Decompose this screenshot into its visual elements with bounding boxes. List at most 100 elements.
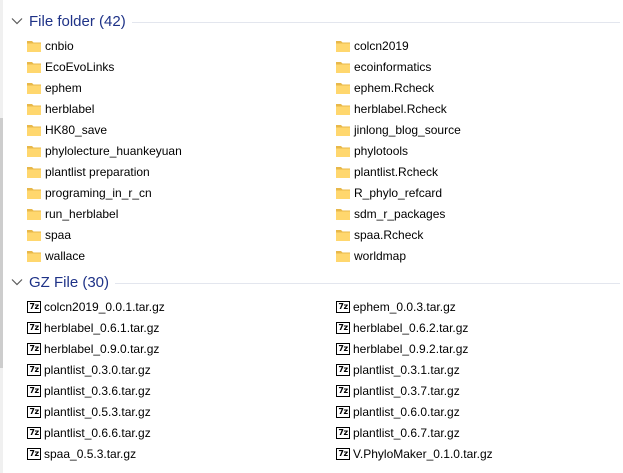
folder-item-plantlist-preparation[interactable]: plantlist preparation: [26, 161, 335, 182]
folder-item-herblabel[interactable]: herblabel: [26, 98, 335, 119]
file-item-ephem-0-0-3-tar-gz[interactable]: 7z ephem_0.0.3.tar.gz: [335, 296, 616, 317]
item-label: cnbio: [45, 38, 74, 53]
folder-icon: [26, 228, 42, 242]
folder-item-r-phylo-refcard[interactable]: R_phylo_refcard: [335, 182, 616, 203]
folder-icon: [26, 186, 42, 200]
item-label: spaa_0.5.3.tar.gz: [44, 446, 137, 461]
group-divider: [131, 21, 620, 23]
folder-item-plantlist-rcheck[interactable]: plantlist.Rcheck: [335, 161, 616, 182]
7z-archive-icon: 7z: [335, 447, 350, 460]
folder-icon: [335, 39, 351, 53]
group-divider: [115, 282, 620, 284]
folder-item-hk80-save[interactable]: HK80_save: [26, 119, 335, 140]
7z-archive-icon: 7z: [26, 384, 41, 397]
file-item-herblabel-0-6-1-tar-gz[interactable]: 7z herblabel_0.6.1.tar.gz: [26, 317, 335, 338]
folder-icon: [335, 165, 351, 179]
file-item-plantlist-0-5-3-tar-gz[interactable]: 7z plantlist_0.5.3.tar.gz: [26, 401, 335, 422]
folder-icon: [335, 102, 351, 116]
folder-item-colcn2019[interactable]: colcn2019: [335, 35, 616, 56]
item-label: plantlist_0.3.0.tar.gz: [44, 362, 151, 377]
scrollbar-thumb[interactable]: [0, 118, 3, 368]
folder-item-ecoevolinks[interactable]: EcoEvoLinks: [26, 56, 335, 77]
folder-item-programing-in-r-cn[interactable]: programing_in_r_cn: [26, 182, 335, 203]
folder-item-jinlong-blog-source[interactable]: jinlong_blog_source: [335, 119, 616, 140]
7z-archive-icon: 7z: [26, 363, 41, 376]
item-label: plantlist_0.6.6.tar.gz: [44, 425, 151, 440]
item-label: wallace: [45, 248, 86, 263]
folder-icon: [335, 60, 351, 74]
7z-archive-icon: 7z: [26, 405, 41, 418]
item-label: spaa: [45, 227, 72, 242]
file-item-plantlist-0-3-7-tar-gz[interactable]: 7z plantlist_0.3.7.tar.gz: [335, 380, 616, 401]
item-label: worldmap: [354, 248, 407, 263]
item-label: ephem.Rcheck: [354, 80, 435, 95]
folder-item-spaa-rcheck[interactable]: spaa.Rcheck: [335, 224, 616, 245]
folder-item-sdm-r-packages[interactable]: sdm_r_packages: [335, 203, 616, 224]
file-item-v-phylomaker-0-1-0-tar-gz[interactable]: 7z V.PhyloMaker_0.1.0.tar.gz: [335, 443, 616, 464]
item-label: plantlist.Rcheck: [354, 164, 439, 179]
7z-archive-icon: 7z: [335, 342, 350, 355]
item-label: herblabel_0.9.2.tar.gz: [353, 341, 469, 356]
group-header-gz-files[interactable]: GZ File (30): [10, 272, 620, 292]
chevron-down-icon[interactable]: [10, 14, 24, 28]
folder-icon: [26, 39, 42, 53]
folder-item-spaa[interactable]: spaa: [26, 224, 335, 245]
7z-archive-icon: 7z: [26, 321, 41, 334]
file-item-plantlist-0-3-6-tar-gz[interactable]: 7z plantlist_0.3.6.tar.gz: [26, 380, 335, 401]
group-title: GZ File (30): [29, 273, 110, 291]
7z-archive-icon: 7z: [335, 384, 350, 397]
file-item-plantlist-0-3-0-tar-gz[interactable]: 7z plantlist_0.3.0.tar.gz: [26, 359, 335, 380]
item-label: herblabel.Rcheck: [354, 101, 447, 116]
item-label: plantlist_0.3.6.tar.gz: [44, 383, 151, 398]
folder-item-herblabel-rcheck[interactable]: herblabel.Rcheck: [335, 98, 616, 119]
folder-item-phylotools[interactable]: phylotools: [335, 140, 616, 161]
item-label: ephem_0.0.3.tar.gz: [353, 299, 456, 314]
file-item-spaa-0-5-3-tar-gz[interactable]: 7z spaa_0.5.3.tar.gz: [26, 443, 335, 464]
folder-icon: [335, 123, 351, 137]
folder-item-ephem[interactable]: ephem: [26, 77, 335, 98]
folder-icon: [335, 186, 351, 200]
7z-archive-icon: 7z: [26, 447, 41, 460]
item-label: HK80_save: [45, 122, 108, 137]
folder-icon: [335, 228, 351, 242]
item-label: plantlist_0.6.0.tar.gz: [353, 404, 460, 419]
7z-archive-icon: 7z: [335, 405, 350, 418]
item-label: colcn2019_0.0.1.tar.gz: [44, 299, 165, 314]
7z-archive-icon: 7z: [335, 321, 350, 334]
item-label: R_phylo_refcard: [354, 185, 443, 200]
file-item-plantlist-0-6-6-tar-gz[interactable]: 7z plantlist_0.6.6.tar.gz: [26, 422, 335, 443]
7z-archive-icon: 7z: [26, 342, 41, 355]
item-label: V.PhyloMaker_0.1.0.tar.gz: [353, 446, 493, 461]
item-label: herblabel: [45, 101, 95, 116]
folder-item-run-herblabel[interactable]: run_herblabel: [26, 203, 335, 224]
folder-item-wallace[interactable]: wallace: [26, 245, 335, 266]
7z-archive-icon: 7z: [26, 426, 41, 439]
folder-item-worldmap[interactable]: worldmap: [335, 245, 616, 266]
folder-item-ephem-rcheck[interactable]: ephem.Rcheck: [335, 77, 616, 98]
file-item-plantlist-0-3-1-tar-gz[interactable]: 7z plantlist_0.3.1.tar.gz: [335, 359, 616, 380]
item-label: plantlist_0.3.7.tar.gz: [353, 383, 460, 398]
file-item-herblabel-0-6-2-tar-gz[interactable]: 7z herblabel_0.6.2.tar.gz: [335, 317, 616, 338]
file-item-herblabel-0-9-2-tar-gz[interactable]: 7z herblabel_0.9.2.tar.gz: [335, 338, 616, 359]
file-item-plantlist-0-6-7-tar-gz[interactable]: 7z plantlist_0.6.7.tar.gz: [335, 422, 616, 443]
chevron-down-icon[interactable]: [10, 275, 24, 289]
item-label: herblabel_0.6.1.tar.gz: [44, 320, 160, 335]
file-item-colcn2019-0-0-1-tar-gz[interactable]: 7z colcn2019_0.0.1.tar.gz: [26, 296, 335, 317]
file-item-plantlist-0-6-0-tar-gz[interactable]: 7z plantlist_0.6.0.tar.gz: [335, 401, 616, 422]
item-label: run_herblabel: [45, 206, 119, 221]
folder-icon: [26, 165, 42, 179]
folder-item-phylolecture-huankeyuan[interactable]: phylolecture_huankeyuan: [26, 140, 335, 161]
folder-icon: [335, 249, 351, 263]
7z-archive-icon: 7z: [335, 300, 350, 313]
folder-icon: [335, 81, 351, 95]
item-label: colcn2019: [354, 38, 409, 53]
group-header-folders[interactable]: File folder (42): [10, 11, 620, 31]
item-label: phylolecture_huankeyuan: [45, 143, 182, 158]
item-label: herblabel_0.9.0.tar.gz: [44, 341, 160, 356]
item-label: plantlist_0.5.3.tar.gz: [44, 404, 151, 419]
item-label: sdm_r_packages: [354, 206, 446, 221]
folder-item-ecoinformatics[interactable]: ecoinformatics: [335, 56, 616, 77]
folder-item-cnbio[interactable]: cnbio: [26, 35, 335, 56]
item-label: spaa.Rcheck: [354, 227, 424, 242]
file-item-herblabel-0-9-0-tar-gz[interactable]: 7z herblabel_0.9.0.tar.gz: [26, 338, 335, 359]
